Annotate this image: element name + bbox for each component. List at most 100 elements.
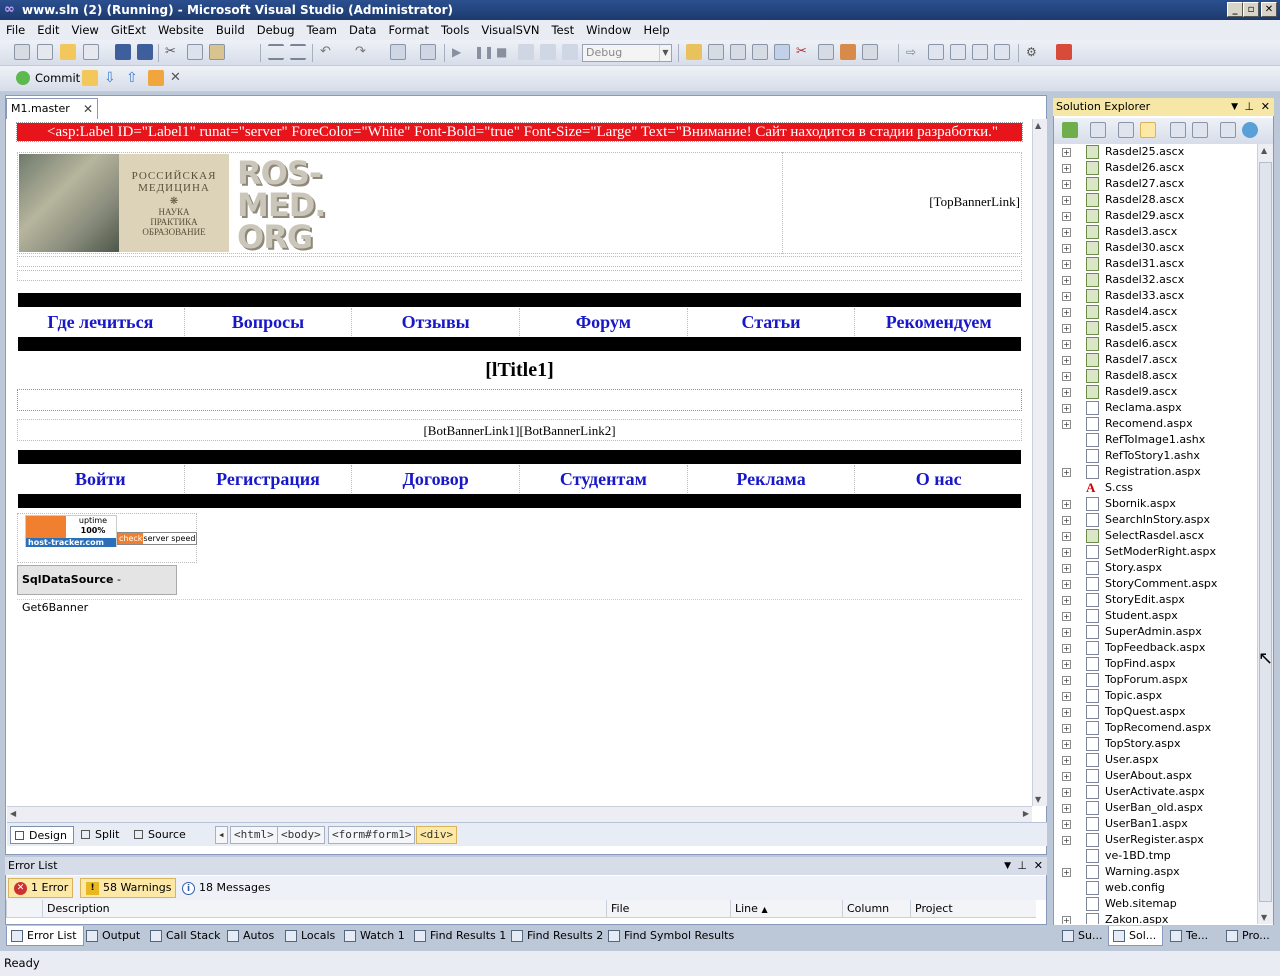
expand-icon[interactable]: + bbox=[1062, 372, 1071, 381]
solution-configuration-dropdown[interactable]: Debug ▼ bbox=[582, 44, 672, 62]
tree-item[interactable]: + Rasdel31.ascx bbox=[1054, 256, 1257, 272]
column-column[interactable]: Column bbox=[842, 900, 910, 918]
menu-website[interactable]: Website bbox=[152, 20, 210, 40]
navigate-backward-icon[interactable] bbox=[390, 44, 406, 60]
menu-view[interactable]: View bbox=[66, 20, 105, 40]
find-in-files-icon[interactable] bbox=[686, 44, 702, 60]
scroll-down-icon[interactable]: ▼ bbox=[1261, 913, 1267, 922]
view-designer-icon[interactable] bbox=[1192, 122, 1208, 138]
copy-icon[interactable] bbox=[187, 44, 203, 60]
folder-icon[interactable] bbox=[82, 70, 98, 86]
properties-icon[interactable] bbox=[730, 44, 746, 60]
server-speed-badge[interactable]: checkserver speed bbox=[117, 532, 197, 545]
tree-item[interactable]: RefToStory1.ashx bbox=[1054, 448, 1257, 464]
expand-icon[interactable]: + bbox=[1062, 356, 1071, 365]
expand-icon[interactable]: + bbox=[1062, 500, 1071, 509]
expand-icon[interactable]: + bbox=[1062, 548, 1071, 557]
scroll-right-icon[interactable]: ▶ bbox=[1023, 809, 1029, 818]
tab-find-results-1[interactable]: Find Results 1 bbox=[410, 926, 506, 946]
expand-icon[interactable]: + bbox=[1062, 340, 1071, 349]
expand-icon[interactable]: + bbox=[1062, 244, 1071, 253]
step-out-icon[interactable] bbox=[562, 44, 578, 60]
tree-item[interactable]: + TopForum.aspx bbox=[1054, 672, 1257, 688]
top-banner-link[interactable]: [TopBannerLink] bbox=[782, 152, 1022, 254]
expand-icon[interactable]: + bbox=[1062, 868, 1071, 877]
refresh-icon[interactable] bbox=[1118, 122, 1134, 138]
start-debugging-icon[interactable]: ▶ bbox=[452, 44, 468, 60]
crumb-scroll-left-icon[interactable]: ◂ bbox=[215, 826, 228, 844]
nav-advertising[interactable]: Реклама bbox=[688, 465, 856, 493]
object-browser-icon[interactable] bbox=[752, 44, 768, 60]
tree-item[interactable]: + StoryComment.aspx bbox=[1054, 576, 1257, 592]
tree-item[interactable]: + TopFeedback.aspx bbox=[1054, 640, 1257, 656]
expand-icon[interactable]: + bbox=[1062, 740, 1071, 749]
tree-item[interactable]: + Rasdel33.ascx bbox=[1054, 288, 1257, 304]
tab-solution-explorer[interactable]: Sol... bbox=[1108, 926, 1164, 946]
expand-icon[interactable]: + bbox=[1062, 196, 1071, 205]
menu-debug[interactable]: Debug bbox=[251, 20, 301, 40]
expand-icon[interactable]: + bbox=[1062, 276, 1071, 285]
tree-item[interactable]: web.config bbox=[1054, 880, 1257, 896]
menu-file[interactable]: File bbox=[0, 20, 31, 40]
expand-icon[interactable]: + bbox=[1062, 260, 1071, 269]
messages-filter-button[interactable]: i 18 Messages bbox=[176, 878, 275, 898]
tree-item[interactable]: + Warning.aspx bbox=[1054, 864, 1257, 880]
tree-item[interactable]: + Rasdel26.ascx bbox=[1054, 160, 1257, 176]
column-project[interactable]: Project bbox=[910, 900, 1036, 918]
column-icon[interactable] bbox=[6, 900, 42, 918]
navigate-forward-icon[interactable] bbox=[420, 44, 436, 60]
tree-item[interactable]: + TopQuest.aspx bbox=[1054, 704, 1257, 720]
expand-icon[interactable]: + bbox=[1062, 532, 1071, 541]
source-view-button[interactable]: Source bbox=[130, 826, 186, 844]
close-button[interactable]: ✕ bbox=[1261, 2, 1277, 17]
expand-icon[interactable]: + bbox=[1062, 660, 1071, 669]
expand-icon[interactable]: + bbox=[1062, 804, 1071, 813]
split-view-button[interactable]: Split bbox=[77, 826, 119, 844]
tree-item[interactable]: + Rasdel8.ascx bbox=[1054, 368, 1257, 384]
wrench-icon[interactable]: ⚙ bbox=[1026, 44, 1042, 60]
tree-item[interactable]: + Topic.aspx bbox=[1054, 688, 1257, 704]
close-tab-icon[interactable]: ✕ bbox=[83, 99, 93, 119]
uncomment-icon[interactable] bbox=[290, 44, 306, 60]
tree-item[interactable]: + SetModerRight.aspx bbox=[1054, 544, 1257, 560]
tree-item[interactable]: + Rasdel27.ascx bbox=[1054, 176, 1257, 192]
expand-icon[interactable]: + bbox=[1062, 676, 1071, 685]
open-file-icon[interactable] bbox=[83, 44, 99, 60]
expand-icon[interactable]: + bbox=[1062, 292, 1071, 301]
expand-icon[interactable]: + bbox=[1062, 180, 1071, 189]
tools-icon[interactable]: ✂ bbox=[796, 44, 812, 60]
svn-log-icon[interactable] bbox=[994, 44, 1010, 60]
pull-icon[interactable]: ⇩ bbox=[104, 70, 120, 86]
column-file[interactable]: File bbox=[606, 900, 730, 918]
toolbox-icon[interactable] bbox=[774, 44, 790, 60]
nav-contract[interactable]: Договор bbox=[352, 465, 521, 493]
nav-articles[interactable]: Статьи bbox=[688, 308, 856, 336]
tab-properties[interactable]: Pro... bbox=[1222, 926, 1270, 946]
copy-website-icon[interactable] bbox=[1220, 122, 1236, 138]
menu-window[interactable]: Window bbox=[580, 20, 637, 40]
new-window-icon[interactable] bbox=[928, 44, 944, 60]
tab-find-results-2[interactable]: Find Results 2 bbox=[507, 926, 603, 946]
view-code-icon[interactable] bbox=[1170, 122, 1186, 138]
expand-icon[interactable]: + bbox=[1062, 420, 1071, 429]
nav-students[interactable]: Студентам bbox=[520, 465, 688, 493]
save-all-icon[interactable] bbox=[137, 44, 153, 60]
tree-item[interactable]: + Rasdel6.ascx bbox=[1054, 336, 1257, 352]
tree-item[interactable]: + UserBan1.aspx bbox=[1054, 816, 1257, 832]
page-title-placeholder[interactable]: [lTitle1] bbox=[17, 353, 1022, 387]
tree-item[interactable]: + Reclama.aspx bbox=[1054, 400, 1257, 416]
expand-icon[interactable]: + bbox=[1062, 388, 1071, 397]
menu-edit[interactable]: Edit bbox=[31, 20, 65, 40]
close-panel-icon[interactable]: ✕ bbox=[1261, 98, 1270, 116]
tab-error-list[interactable]: Error List bbox=[6, 926, 84, 946]
menu-help[interactable]: Help bbox=[637, 20, 675, 40]
expand-icon[interactable]: + bbox=[1062, 164, 1071, 173]
tree-item[interactable]: + UserAbout.aspx bbox=[1054, 768, 1257, 784]
tab-find-symbol-results[interactable]: Find Symbol Results bbox=[604, 926, 734, 946]
nav-forum[interactable]: Форум bbox=[520, 308, 688, 336]
warning-label[interactable]: <asp:Label ID="Label1" runat="server" Fo… bbox=[16, 122, 1023, 142]
ros-med-org-logo[interactable]: ROS- MED. ORG bbox=[237, 157, 327, 253]
bottom-banner-links[interactable]: [BotBannerLink1][BotBannerLink2] bbox=[17, 419, 1022, 441]
command-window-icon[interactable] bbox=[862, 44, 878, 60]
svn-commit-icon[interactable] bbox=[972, 44, 988, 60]
